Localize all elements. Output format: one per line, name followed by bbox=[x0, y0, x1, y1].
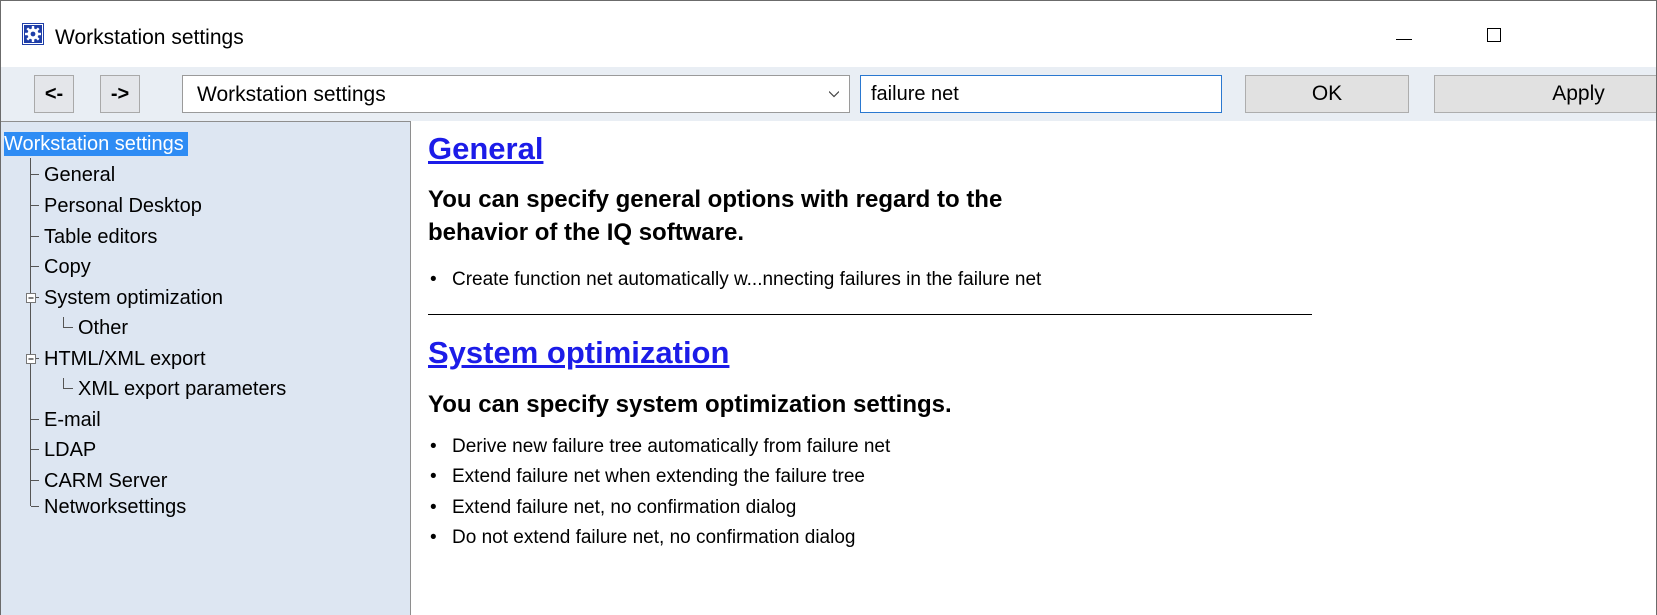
tree-item-networksettings[interactable]: Networksettings bbox=[44, 495, 186, 519]
maximize-icon bbox=[1487, 28, 1501, 42]
tree-item-copy[interactable]: Copy bbox=[44, 255, 91, 279]
tree-item-xml-export-parameters[interactable]: XML export parameters bbox=[78, 377, 286, 401]
result-item-label: Extend failure net when extending the fa… bbox=[452, 466, 865, 487]
section-description: behavior of the IQ software. bbox=[428, 219, 745, 246]
title-bar[interactable]: Workstation settings bbox=[1, 1, 1656, 67]
result-item[interactable]: • Derive new failure tree automatically f… bbox=[430, 436, 890, 458]
bullet-icon: • bbox=[430, 466, 437, 487]
result-item-label: Do not extend failure net, no confirmati… bbox=[452, 527, 856, 548]
forward-button[interactable]: -> bbox=[100, 75, 140, 113]
section-description: You can specify general options with reg… bbox=[428, 186, 1003, 213]
result-item-label: Derive new failure tree automatically fr… bbox=[452, 436, 891, 457]
bullet-icon: • bbox=[430, 269, 437, 290]
section-link-general[interactable]: General bbox=[428, 131, 543, 167]
settings-tree: Workstation settings General Personal De… bbox=[1, 121, 411, 615]
window-title: Workstation settings bbox=[55, 26, 244, 49]
minimize-icon bbox=[1396, 38, 1412, 40]
maximize-button[interactable] bbox=[1471, 11, 1517, 59]
path-dropdown-value: Workstation settings bbox=[197, 83, 386, 106]
minimize-button[interactable] bbox=[1381, 11, 1427, 59]
section-divider bbox=[428, 314, 1312, 315]
path-dropdown[interactable]: Workstation settings bbox=[182, 75, 850, 113]
result-item-label: Create function net automatically w...nn… bbox=[452, 269, 1042, 290]
toolbar: <- -> Workstation settings OK Apply bbox=[1, 67, 1656, 121]
bullet-icon: • bbox=[430, 497, 437, 518]
result-item[interactable]: • Extend failure net when extending the f… bbox=[430, 466, 865, 488]
result-item[interactable]: • Extend failure net, no confirmation dia… bbox=[430, 497, 796, 519]
tree-item-ldap[interactable]: LDAP bbox=[44, 438, 96, 462]
tree-item-carm-server[interactable]: CARM Server bbox=[44, 469, 167, 493]
tree-item-e-mail[interactable]: E-mail bbox=[44, 408, 101, 432]
result-item[interactable]: • Do not extend failure net, no confirmat… bbox=[430, 527, 855, 549]
search-input[interactable] bbox=[860, 75, 1222, 113]
tree-item-personal-desktop[interactable]: Personal Desktop bbox=[44, 194, 202, 218]
collapse-toggle-icon bbox=[26, 354, 36, 364]
back-button[interactable]: <- bbox=[34, 75, 74, 113]
tree-item-system-optimization[interactable]: System optimization bbox=[44, 286, 223, 310]
chevron-down-icon[interactable] bbox=[829, 89, 839, 99]
collapse-toggle-icon bbox=[26, 293, 36, 303]
tree-item-general[interactable]: General bbox=[44, 163, 115, 187]
tree-item-workstation-settings[interactable]: Workstation settings bbox=[4, 132, 188, 156]
tree-item-table-editors[interactable]: Table editors bbox=[44, 225, 157, 249]
settings-window: Workstation settings <- -> Workstation s… bbox=[0, 0, 1657, 615]
result-item[interactable]: • Create function net automatically w...n… bbox=[430, 269, 1041, 291]
ok-button[interactable]: OK bbox=[1245, 75, 1409, 113]
bullet-icon: • bbox=[430, 436, 437, 457]
result-item-label: Extend failure net, no confirmation dial… bbox=[452, 497, 797, 518]
tree-item-other[interactable]: Other bbox=[78, 316, 128, 340]
tree-item-html-xml-export[interactable]: HTML/XML export bbox=[44, 347, 206, 371]
search-results-pane: General You can specify general options … bbox=[411, 121, 1656, 615]
settings-gear-icon bbox=[22, 23, 44, 45]
bullet-icon: • bbox=[430, 527, 437, 548]
section-description: You can specify system optimization sett… bbox=[428, 391, 952, 418]
apply-button[interactable]: Apply bbox=[1434, 75, 1656, 113]
section-link-system-optimization[interactable]: System optimization bbox=[428, 335, 729, 371]
